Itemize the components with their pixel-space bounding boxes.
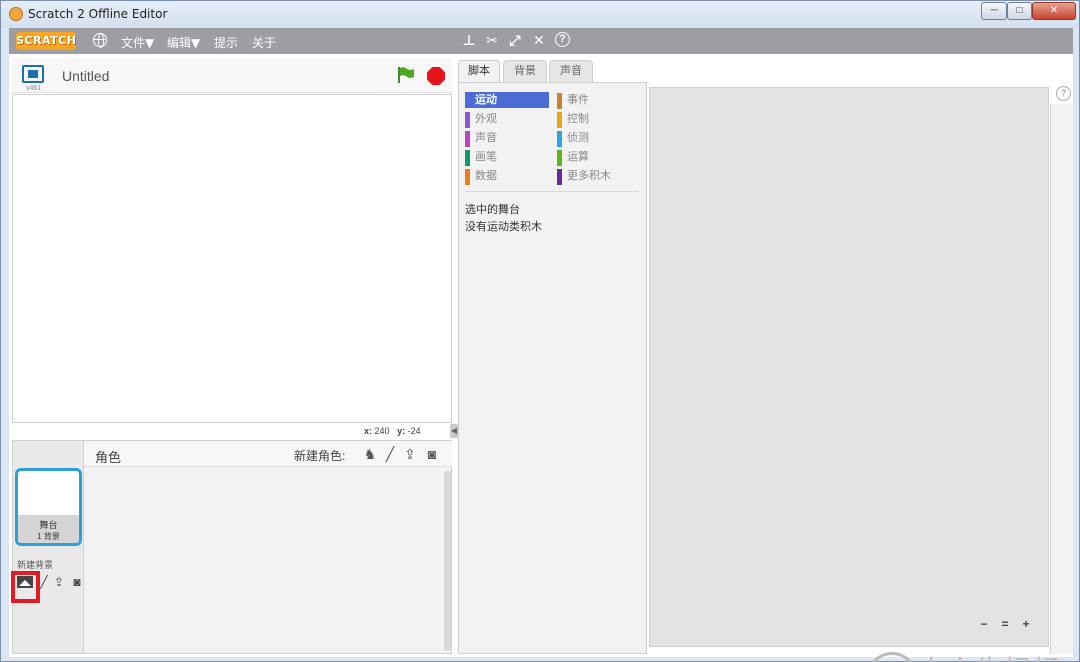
- stop-sign-icon[interactable]: [427, 67, 445, 85]
- category-data[interactable]: 数据: [465, 168, 497, 185]
- help-icon[interactable]: ?: [555, 32, 570, 47]
- choose-sprite-icon[interactable]: ♞: [361, 445, 379, 463]
- category-label: 声音: [475, 132, 497, 144]
- shrink-icon[interactable]: ✕: [531, 32, 547, 48]
- category-label: 画笔: [475, 151, 497, 163]
- upload-backdrop-icon[interactable]: ⇪: [51, 575, 67, 589]
- tab-backdrops[interactable]: 背景: [503, 60, 547, 82]
- category-label: 外观: [475, 113, 497, 125]
- duplicate-stamp-icon[interactable]: ⊥: [461, 32, 477, 48]
- project-title[interactable]: Untitled: [62, 68, 109, 84]
- category-operators[interactable]: 运算: [557, 149, 589, 166]
- category-control[interactable]: 控制: [557, 111, 589, 128]
- paint-sprite-icon[interactable]: ╱: [381, 445, 399, 463]
- category-color-bar: [557, 169, 562, 185]
- scripts-right-margin: [1050, 104, 1073, 654]
- category-color-bar: [557, 150, 562, 166]
- tab-sounds[interactable]: 声音: [549, 60, 593, 82]
- category-sound[interactable]: 声音: [465, 130, 497, 147]
- scratch-logo[interactable]: SCRATCH: [16, 32, 76, 50]
- block-palette: 运动 外观 声音 画笔 数据 事件 控制 侦测 运算 更多积木 选中的舞台 没有…: [458, 82, 647, 654]
- sprite-library-pane: 舞台 1 背景 新建背景 ╱ ⇪ ◙ 角色 新建角色: ♞ ╱ ⇪ ◙: [11, 440, 452, 654]
- sprite-header: 角色 新建角色: ♞ ╱ ⇪ ◙: [84, 441, 452, 467]
- window-title: Scratch 2 Offline Editor: [28, 7, 168, 21]
- wechat-logo-icon: [871, 652, 913, 662]
- category-color-bar: [465, 112, 470, 128]
- green-flag-icon[interactable]: [397, 67, 415, 83]
- tab-scripts[interactable]: 脚本: [458, 60, 500, 83]
- stage-header: v461 Untitled: [12, 58, 452, 93]
- stage-column: 舞台 1 背景 新建背景 ╱ ⇪ ◙: [11, 441, 85, 653]
- y-value: -24: [407, 426, 421, 436]
- category-color-bar: [557, 93, 562, 109]
- version-label: v461: [26, 85, 42, 92]
- category-label: 控制: [567, 113, 589, 125]
- camera-sprite-icon[interactable]: ◙: [423, 445, 441, 463]
- watermark-text: 小小牛妈妈: [917, 649, 1062, 662]
- menu-bar: SCRATCH 文件▼ 编辑▼ 提示 关于 ⊥ ✂ ⤢ ✕ ?: [9, 28, 1073, 54]
- category-label: 运动: [475, 94, 497, 106]
- category-label: 数据: [475, 170, 497, 182]
- menu-tips[interactable]: 提示: [214, 34, 238, 51]
- category-sensing[interactable]: 侦测: [557, 130, 589, 147]
- y-label: y:: [397, 426, 406, 436]
- palette-note-empty: 没有运动类积木: [465, 221, 542, 233]
- maximize-button[interactable]: □: [1007, 2, 1032, 20]
- palette-note-selected: 选中的舞台: [465, 204, 520, 216]
- app-window: Scratch 2 Offline Editor ─ □ ✕ SCRATCH 文…: [0, 0, 1080, 662]
- upload-sprite-icon[interactable]: ⇪: [401, 445, 419, 463]
- new-sprite-label: 新建角色:: [294, 449, 346, 463]
- x-value: 240: [374, 426, 390, 436]
- category-color-bar: [465, 131, 470, 147]
- editor-main: v461 Untitled x: 240 y: -24 ◀ 舞台 1 背景 新建…: [9, 54, 1073, 662]
- presentation-mode-icon[interactable]: [22, 65, 44, 83]
- stage-thumbnail[interactable]: 舞台 1 背景: [15, 468, 82, 546]
- category-label: 事件: [567, 94, 589, 106]
- camera-backdrop-icon[interactable]: ◙: [69, 575, 85, 589]
- minimize-button[interactable]: ─: [981, 2, 1007, 20]
- zoom-reset-icon[interactable]: =: [998, 617, 1012, 631]
- brush-icon[interactable]: ╱: [36, 575, 52, 589]
- stage-name: 舞台: [39, 520, 58, 530]
- new-backdrop-label: 新建背景: [17, 560, 54, 570]
- block-help-icon[interactable]: ?: [1056, 86, 1071, 101]
- x-label: x:: [364, 426, 373, 436]
- category-motion[interactable]: 运动: [465, 92, 549, 108]
- scratch-cat-icon: [9, 7, 23, 21]
- menu-about[interactable]: 关于: [252, 34, 276, 51]
- delete-scissors-icon[interactable]: ✂: [484, 32, 500, 48]
- grow-icon[interactable]: ⤢: [507, 32, 523, 48]
- title-bar: Scratch 2 Offline Editor ─ □ ✕: [1, 1, 1079, 28]
- zoom-in-icon[interactable]: +: [1019, 617, 1033, 631]
- category-label: 运算: [567, 151, 589, 163]
- category-color-bar: [557, 112, 562, 128]
- category-color-bar: [465, 150, 470, 166]
- category-label: 更多积木: [567, 170, 611, 182]
- backdrop-count: 1 背景: [37, 532, 60, 541]
- scripts-area[interactable]: [649, 87, 1049, 647]
- sprites-title: 角色: [95, 450, 122, 465]
- menu-edit[interactable]: 编辑▼: [167, 34, 200, 51]
- language-globe-icon[interactable]: [93, 33, 107, 48]
- category-more-blocks[interactable]: 更多积木: [557, 168, 611, 185]
- collapse-arrow-icon[interactable]: ◀: [450, 424, 458, 438]
- category-looks[interactable]: 外观: [465, 111, 497, 128]
- mouse-coordinates: x: 240 y: -24: [364, 426, 421, 436]
- zoom-out-icon[interactable]: −: [977, 617, 991, 631]
- menu-file[interactable]: 文件▼: [121, 34, 154, 51]
- sprite-scrollbar[interactable]: [444, 471, 451, 651]
- category-color-bar: [465, 169, 470, 185]
- category-label: 侦测: [567, 132, 589, 144]
- close-button[interactable]: ✕: [1032, 2, 1076, 20]
- stage-canvas[interactable]: [12, 94, 452, 423]
- category-events[interactable]: 事件: [557, 92, 589, 109]
- category-pen[interactable]: 画笔: [465, 149, 497, 166]
- category-color-bar: [557, 131, 562, 147]
- stage-thumb-label: 舞台 1 背景: [18, 515, 79, 543]
- palette-divider: [465, 191, 639, 192]
